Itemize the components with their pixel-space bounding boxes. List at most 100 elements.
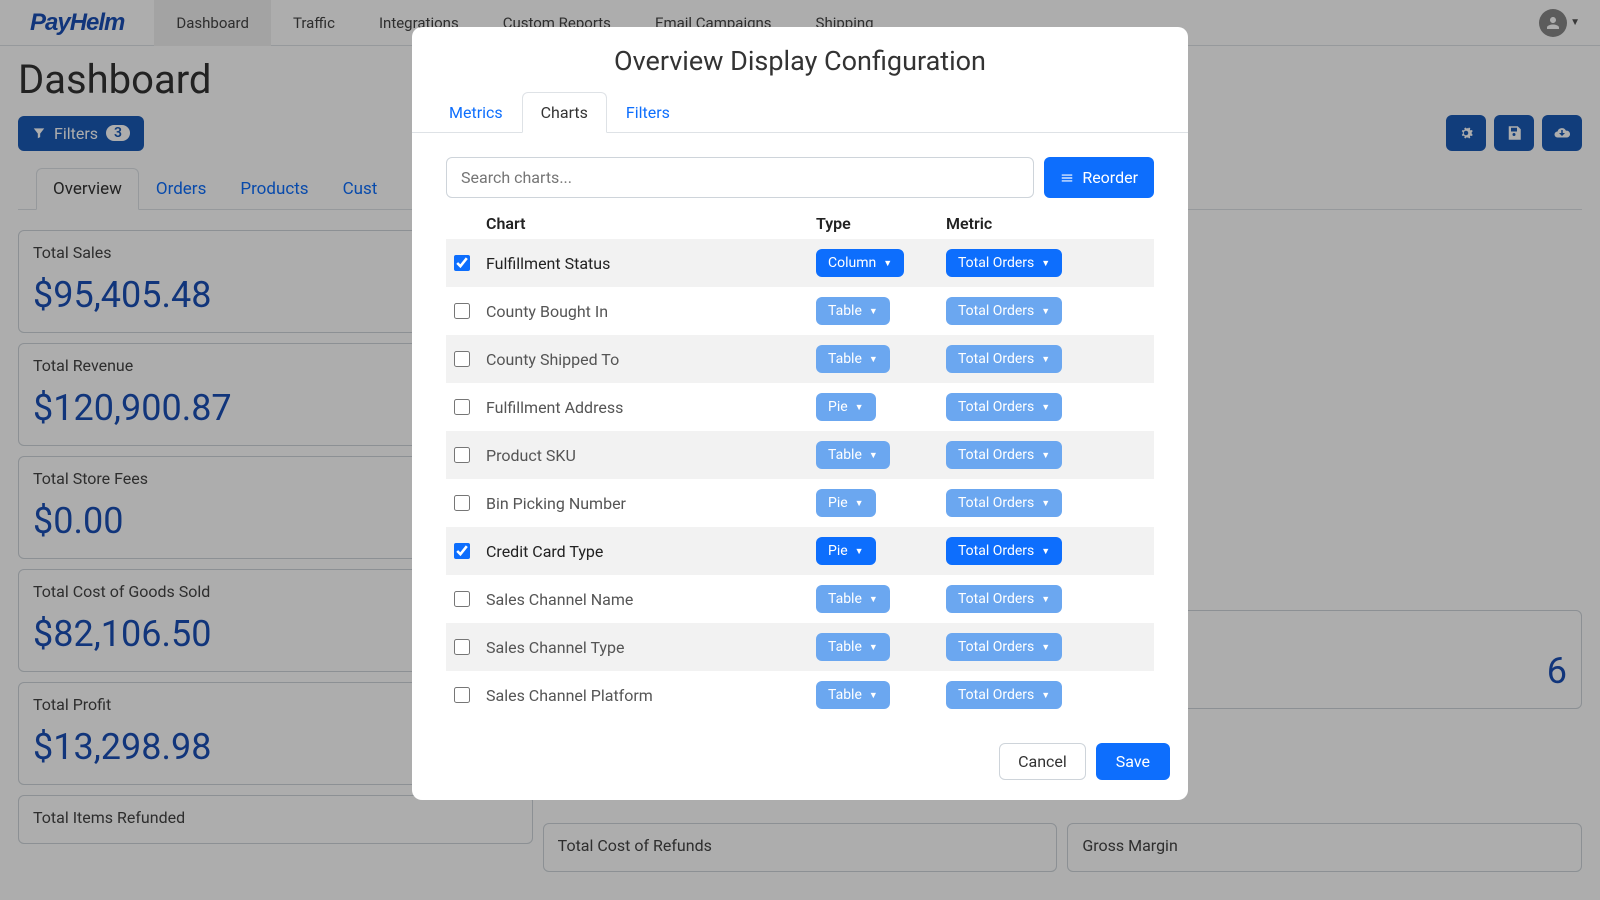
chart-row: Sales Channel PlatformTable▼ Total Orders… — [446, 671, 1154, 719]
caret-down-icon: ▼ — [855, 546, 864, 557]
chart-row: County Shipped ToTable▼ Total Orders▼ — [446, 335, 1154, 383]
modal-tabs: Metrics Charts Filters — [412, 91, 1188, 133]
caret-down-icon: ▼ — [855, 402, 864, 413]
chart-name: Fulfillment Status — [486, 254, 816, 273]
column-header-type: Type — [816, 214, 946, 233]
caret-down-icon: ▼ — [883, 258, 892, 269]
modal-tab-filters[interactable]: Filters — [607, 92, 689, 133]
chart-metric-dropdown[interactable]: Total Orders▼ — [946, 393, 1062, 421]
chart-checkbox[interactable] — [454, 399, 470, 415]
caret-down-icon: ▼ — [1041, 498, 1050, 509]
chart-type-dropdown[interactable]: Pie▼ — [816, 537, 876, 565]
chart-checkbox[interactable] — [454, 495, 470, 511]
chart-name: Fulfillment Address — [486, 398, 816, 417]
caret-down-icon: ▼ — [869, 642, 878, 653]
chart-name: Bin Picking Number — [486, 494, 816, 513]
chart-name: Sales Channel Type — [486, 638, 816, 657]
chart-metric-dropdown[interactable]: Total Orders▼ — [946, 249, 1062, 277]
modal-overlay[interactable]: Overview Display Configuration Metrics C… — [0, 0, 1600, 900]
chart-checkbox-cell — [454, 591, 486, 607]
caret-down-icon: ▼ — [1041, 594, 1050, 605]
modal-title: Overview Display Configuration — [412, 27, 1188, 91]
chart-name: Product SKU — [486, 446, 816, 465]
chart-checkbox-cell — [454, 639, 486, 655]
chart-row: Fulfillment AddressPie▼ Total Orders▼ — [446, 383, 1154, 431]
config-modal: Overview Display Configuration Metrics C… — [412, 27, 1188, 800]
caret-down-icon: ▼ — [869, 354, 878, 365]
chart-type-dropdown[interactable]: Column▼ — [816, 249, 904, 277]
chart-row: Sales Channel NameTable▼ Total Orders▼ — [446, 575, 1154, 623]
reorder-label: Reorder — [1082, 168, 1138, 187]
modal-body: Reorder Chart Type Metric Fulfillment St… — [412, 133, 1188, 729]
caret-down-icon: ▼ — [1041, 642, 1050, 653]
chart-metric-dropdown[interactable]: Total Orders▼ — [946, 441, 1062, 469]
caret-down-icon: ▼ — [1041, 354, 1050, 365]
chart-checkbox-cell — [454, 399, 486, 415]
chart-metric-dropdown[interactable]: Total Orders▼ — [946, 489, 1062, 517]
chart-checkbox-cell — [454, 303, 486, 319]
caret-down-icon: ▼ — [869, 690, 878, 701]
chart-checkbox[interactable] — [454, 591, 470, 607]
chart-metric-dropdown[interactable]: Total Orders▼ — [946, 585, 1062, 613]
chart-checkbox-cell — [454, 351, 486, 367]
chart-checkbox-cell — [454, 447, 486, 463]
chart-checkbox-cell — [454, 687, 486, 703]
column-header-metric: Metric — [946, 214, 1146, 233]
chart-metric-dropdown[interactable]: Total Orders▼ — [946, 345, 1062, 373]
chart-type-dropdown[interactable]: Table▼ — [816, 633, 890, 661]
chart-row: Sales Channel TypeTable▼ Total Orders▼ — [446, 623, 1154, 671]
chart-metric-dropdown[interactable]: Total Orders▼ — [946, 537, 1062, 565]
reorder-button[interactable]: Reorder — [1044, 157, 1154, 198]
caret-down-icon: ▼ — [1041, 402, 1050, 413]
chart-type-dropdown[interactable]: Table▼ — [816, 441, 890, 469]
chart-checkbox[interactable] — [454, 639, 470, 655]
chart-type-dropdown[interactable]: Table▼ — [816, 585, 890, 613]
caret-down-icon: ▼ — [869, 594, 878, 605]
chart-row: Fulfillment StatusColumn▼ Total Orders▼ — [446, 239, 1154, 287]
cancel-button[interactable]: Cancel — [999, 743, 1086, 780]
chart-checkbox-cell — [454, 543, 486, 559]
caret-down-icon: ▼ — [1041, 258, 1050, 269]
chart-type-dropdown[interactable]: Pie▼ — [816, 489, 876, 517]
save-button[interactable]: Save — [1096, 743, 1170, 780]
chart-checkbox[interactable] — [454, 255, 470, 271]
chart-rows: Fulfillment StatusColumn▼Total Orders▼Co… — [446, 239, 1154, 719]
chart-row: County Bought InTable▼ Total Orders▼ — [446, 287, 1154, 335]
search-charts-input[interactable] — [446, 157, 1034, 198]
caret-down-icon: ▼ — [1041, 690, 1050, 701]
chart-checkbox[interactable] — [454, 303, 470, 319]
chart-name: Sales Channel Platform — [486, 686, 816, 705]
chart-row: Bin Picking NumberPie▼ Total Orders▼ — [446, 479, 1154, 527]
chart-checkbox[interactable] — [454, 687, 470, 703]
chart-metric-dropdown[interactable]: Total Orders▼ — [946, 297, 1062, 325]
chart-checkbox[interactable] — [454, 447, 470, 463]
caret-down-icon: ▼ — [869, 450, 878, 461]
modal-tab-metrics[interactable]: Metrics — [430, 92, 522, 133]
chart-checkbox[interactable] — [454, 543, 470, 559]
chart-metric-dropdown[interactable]: Total Orders▼ — [946, 633, 1062, 661]
caret-down-icon: ▼ — [869, 306, 878, 317]
chart-type-dropdown[interactable]: Table▼ — [816, 297, 890, 325]
chart-type-dropdown[interactable]: Table▼ — [816, 345, 890, 373]
caret-down-icon: ▼ — [1041, 450, 1050, 461]
chart-row: Product SKUTable▼ Total Orders▼ — [446, 431, 1154, 479]
caret-down-icon: ▼ — [855, 498, 864, 509]
chart-name: County Shipped To — [486, 350, 816, 369]
column-header-chart: Chart — [486, 214, 816, 233]
chart-row: Credit Card TypePie▼ Total Orders▼ — [446, 527, 1154, 575]
chart-checkbox[interactable] — [454, 351, 470, 367]
chart-table-header: Chart Type Metric — [446, 208, 1154, 239]
caret-down-icon: ▼ — [1041, 546, 1050, 557]
chart-checkbox-cell — [454, 495, 486, 511]
chart-name: Credit Card Type — [486, 542, 816, 561]
chart-checkbox-cell — [454, 255, 486, 271]
chart-name: County Bought In — [486, 302, 816, 321]
list-icon — [1060, 171, 1074, 185]
modal-tab-charts[interactable]: Charts — [522, 92, 607, 133]
modal-footer: Cancel Save — [412, 729, 1188, 780]
chart-name: Sales Channel Name — [486, 590, 816, 609]
chart-type-dropdown[interactable]: Table▼ — [816, 681, 890, 709]
chart-type-dropdown[interactable]: Pie▼ — [816, 393, 876, 421]
caret-down-icon: ▼ — [1041, 306, 1050, 317]
chart-metric-dropdown[interactable]: Total Orders▼ — [946, 681, 1062, 709]
